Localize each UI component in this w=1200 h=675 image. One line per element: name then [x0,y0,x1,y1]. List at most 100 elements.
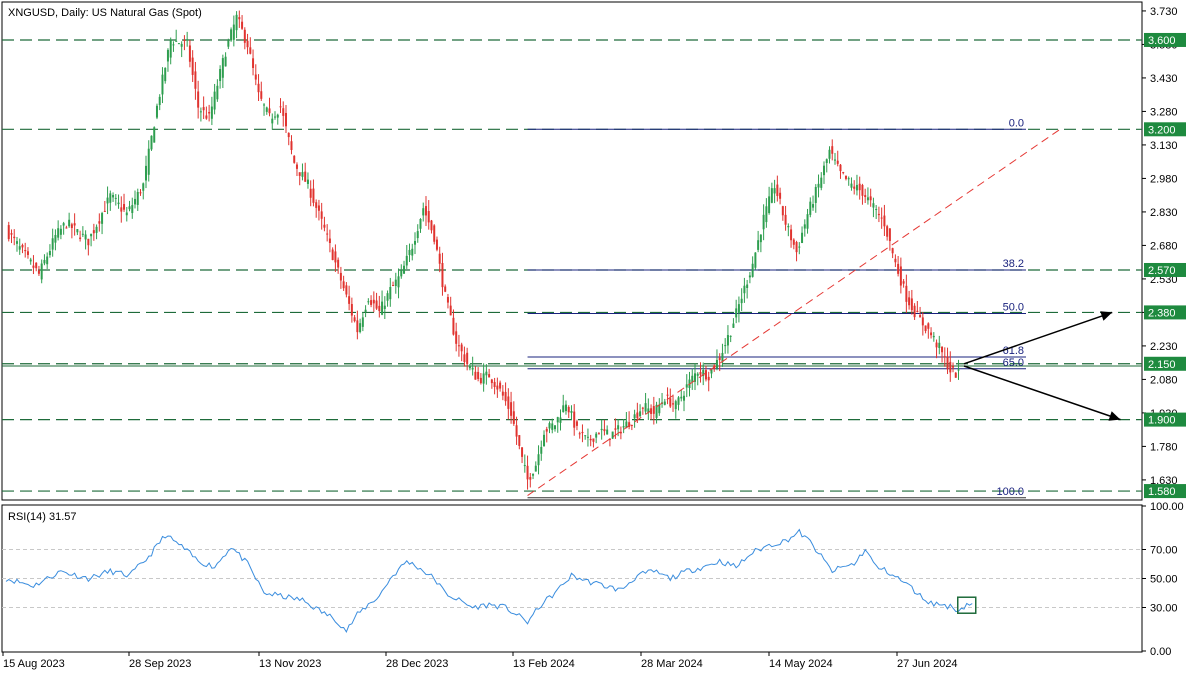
y-tick-label: 3.280 [1150,106,1178,118]
level-price-text: 3.200 [1148,124,1176,136]
bearish-candle [120,207,123,212]
bullish-candle [147,148,150,175]
bearish-candle [463,354,466,362]
bearish-candle [370,300,373,305]
y-tick-label: 2.980 [1150,173,1178,185]
bearish-candle [87,238,90,246]
bearish-candle [718,357,721,361]
bearish-candle [241,21,244,29]
bullish-candle [153,127,156,143]
bearish-candle [452,317,455,335]
bearish-candle [529,477,532,480]
bearish-candle [883,215,886,227]
bullish-candle [158,96,161,106]
bearish-candle [779,192,782,199]
bullish-candle [180,43,183,47]
rsi-y-axis[interactable]: 100.00 70.00 50.00 30.00 0.00 [1142,501,1184,658]
bearish-candle [328,238,331,244]
bearish-candle [455,331,458,344]
bearish-candle [268,108,271,114]
bearish-candle [790,229,793,241]
rsi-tick-label: 100.00 [1150,501,1184,513]
bearish-candle [891,248,894,254]
bullish-candle [680,396,683,399]
bearish-candle [488,374,491,378]
bearish-candle [908,297,911,306]
bearish-candle [356,320,359,333]
bearish-candle [375,300,378,309]
bearish-candle [913,305,916,318]
bullish-candle [644,403,647,412]
bearish-candle [334,251,337,263]
bearish-candle [70,224,73,229]
bearish-candle [92,230,95,234]
rsi-tick-label: 50.00 [1150,574,1178,586]
bearish-candle [941,346,944,353]
bearish-candle [699,372,702,375]
bullish-candle [301,172,304,177]
bearish-candle [282,108,285,116]
bullish-candle [696,373,699,376]
bearish-candle [897,263,900,274]
bullish-candle [155,105,158,118]
bearish-candle [501,391,504,396]
bullish-candle [175,40,178,42]
bearish-candle [573,411,576,428]
bearish-candle [927,323,930,329]
bullish-candle [606,429,609,435]
bearish-candle [460,344,463,352]
bearish-candle [32,265,35,268]
bullish-candle [199,111,202,113]
bullish-candle [15,241,18,244]
bearish-candle [7,225,10,240]
bearish-candle [298,172,301,176]
rsi-pane: 100.00 70.00 50.00 30.00 0.00 RSI(14) 31.57 [1,501,1184,658]
fib-level-label: 100.0 [996,486,1024,498]
bearish-candle [792,239,795,245]
bearish-candle [597,433,600,435]
bullish-candle [685,384,688,388]
bearish-candle [449,305,452,316]
bearish-candle [98,221,101,224]
bearish-candle [24,250,27,252]
bullish-candle [405,255,408,266]
bullish-candle [101,213,104,224]
bearish-candle [438,253,441,264]
bearish-candle [861,184,864,196]
bullish-candle [622,426,625,428]
bullish-candle [276,114,279,118]
bullish-candle [403,265,406,274]
bearish-candle [249,47,252,54]
bullish-candle [109,193,112,203]
bearish-candle [567,406,570,413]
bearish-candle [839,164,842,172]
bullish-candle [18,246,21,250]
bullish-candle [54,234,57,243]
bearish-candle [493,381,496,388]
bearish-candle [35,262,38,269]
x-tick-label: 28 Sep 2023 [129,658,191,670]
bullish-candle [386,293,389,301]
bullish-candle [265,107,268,112]
bullish-candle [820,177,823,188]
bearish-candle [10,233,13,235]
bullish-candle [408,249,411,256]
bullish-candle [81,233,84,235]
bearish-candle [441,263,444,288]
bearish-candle [139,192,142,194]
bearish-candle [304,171,307,182]
bullish-candle [263,104,266,106]
bearish-candle [886,226,889,237]
fib-level-label: 50.0 [1003,302,1024,314]
rsi-tick-label: 70.00 [1150,545,1178,557]
bearish-candle [784,214,787,225]
bearish-candle [353,317,356,322]
bearish-candle [707,376,710,381]
bearish-candle [521,447,524,457]
bullish-candle [617,425,620,430]
y-tick-label: 3.730 [1150,6,1178,18]
date-x-axis[interactable]: 15 Aug 2023 28 Sep 2023 13 Nov 2023 28 Dec … [2,652,958,670]
bullish-candle [825,159,828,164]
bearish-candle [246,40,249,48]
bearish-candle [348,296,351,304]
